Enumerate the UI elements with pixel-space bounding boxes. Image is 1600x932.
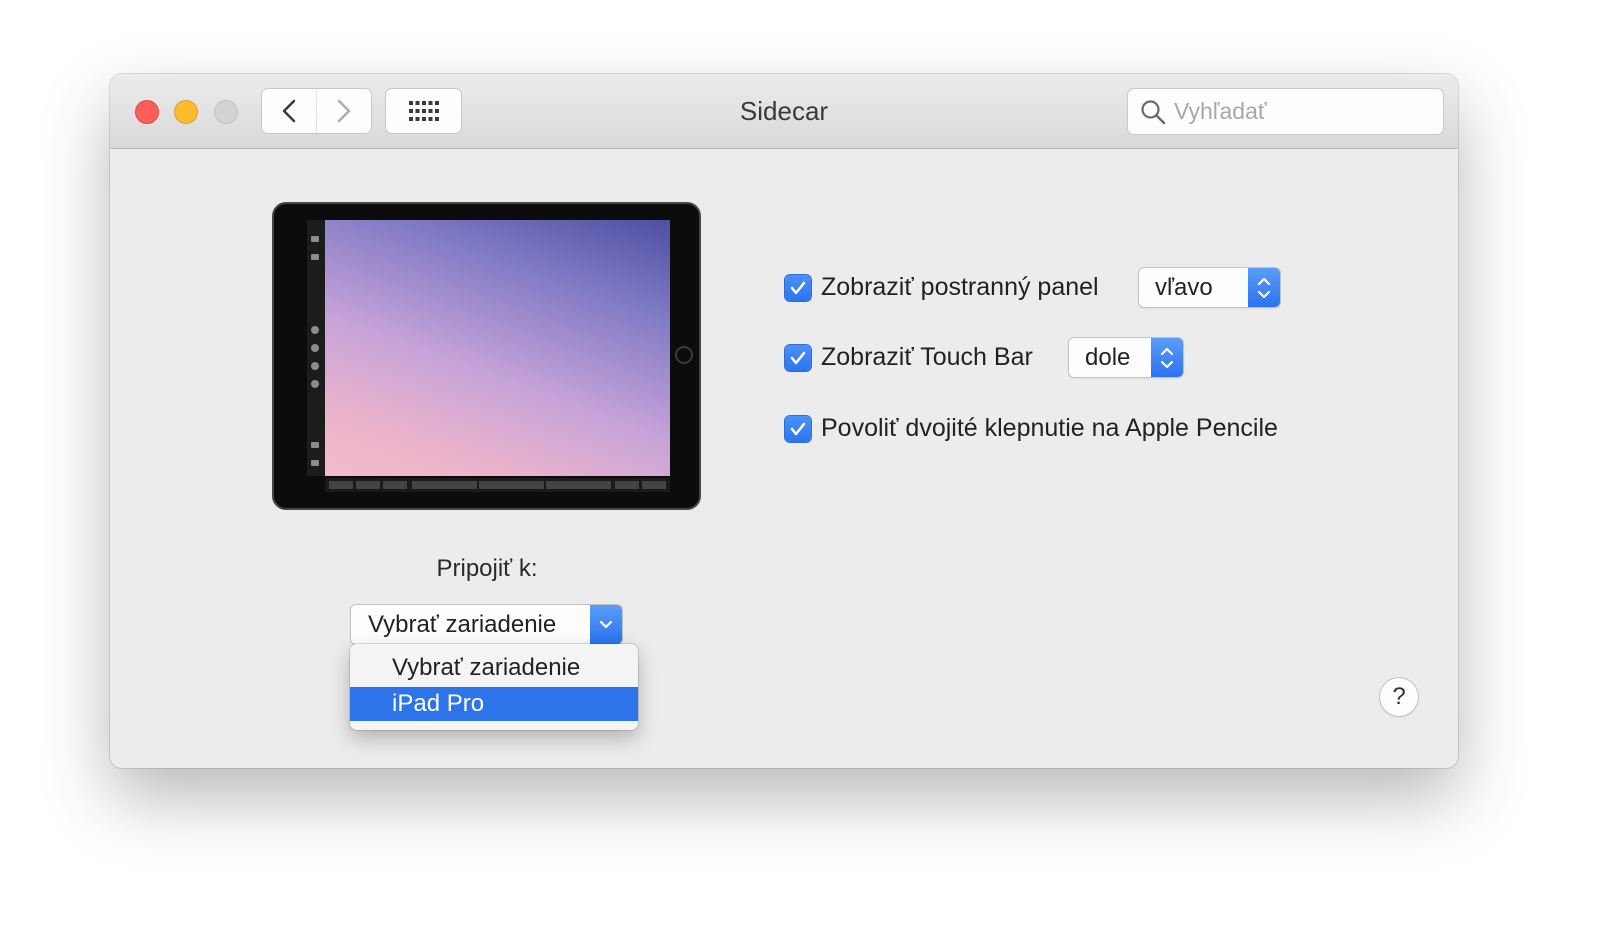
touchbar-key	[642, 481, 666, 489]
option-show-touch-bar: Zobraziť Touch Bar	[785, 343, 1033, 372]
popup-arrows[interactable]	[1248, 268, 1280, 307]
touchbar-key	[479, 481, 544, 489]
sidebar-checkbox[interactable]	[785, 274, 811, 301]
connect-to-label: Pripojiť k:	[436, 555, 538, 582]
menu-item-ipad-pro[interactable]: iPad Pro	[350, 687, 638, 721]
search-field[interactable]	[1128, 89, 1443, 134]
preview-wallpaper	[325, 220, 670, 476]
sidebar-position-popup[interactable]: vľavo	[1139, 268, 1280, 307]
sidebar-control	[311, 254, 319, 260]
touchbar-key	[383, 481, 407, 489]
option-pencil-double-tap: Povoliť dvojité klepnutie na Apple Penci…	[785, 414, 1278, 443]
checkmark-icon	[790, 281, 806, 294]
search-input[interactable]	[1174, 98, 1424, 125]
sidebar-dot	[311, 344, 319, 352]
pencil-checkbox-label[interactable]: Povoliť dvojité klepnutie na Apple Penci…	[821, 414, 1278, 443]
preferences-window: Sidecar Vyhľadať Pripojiť k: Vybrať zari…	[110, 74, 1458, 768]
device-popup-value: Vybrať zariadenie	[368, 611, 557, 638]
touchbar-key	[356, 481, 380, 489]
up-down-chevron-icon	[1160, 347, 1174, 368]
checkmark-icon	[790, 351, 806, 364]
sidebar-control	[311, 442, 319, 448]
touchbar-position-value: dole	[1085, 344, 1131, 371]
touchbar-key	[615, 481, 639, 489]
touchbar-key	[412, 481, 477, 489]
pencil-checkbox[interactable]	[785, 415, 811, 442]
menu-item-choose-device[interactable]: Vybrať zariadenie	[350, 651, 638, 685]
option-show-sidebar: Zobraziť postranný panel	[785, 273, 1099, 302]
sidebar-dot	[311, 380, 319, 388]
touchbar-position-popup[interactable]: dole	[1069, 338, 1183, 377]
sidebar-dot	[311, 362, 319, 370]
device-popup-button[interactable]: Vybrať zariadenie	[351, 605, 622, 644]
touchbar-checkbox[interactable]	[785, 344, 811, 371]
preview-sidebar	[307, 220, 325, 476]
device-dropdown-menu: Vybrať zariadenie iPad Pro	[350, 644, 638, 730]
title-bar: Sidecar	[110, 74, 1458, 149]
ipad-preview	[272, 202, 701, 510]
sidebar-control	[311, 236, 319, 242]
sidebar-checkbox-label[interactable]: Zobraziť postranný panel	[821, 273, 1099, 302]
sidebar-control	[311, 460, 319, 466]
help-button[interactable]: ?	[1380, 678, 1418, 716]
checkmark-icon	[790, 422, 806, 435]
home-button-icon	[675, 346, 693, 364]
chevron-down-icon	[599, 620, 613, 628]
sidebar-dot	[311, 326, 319, 334]
popup-arrow[interactable]	[590, 605, 622, 644]
touchbar-key	[329, 481, 353, 489]
sidebar-position-value: vľavo	[1155, 274, 1213, 301]
up-down-chevron-icon	[1257, 277, 1271, 298]
search-icon	[1141, 99, 1166, 124]
touchbar-key	[546, 481, 611, 489]
preview-touch-bar	[325, 478, 670, 492]
popup-arrows[interactable]	[1151, 338, 1183, 377]
touchbar-checkbox-label[interactable]: Zobraziť Touch Bar	[821, 343, 1033, 372]
